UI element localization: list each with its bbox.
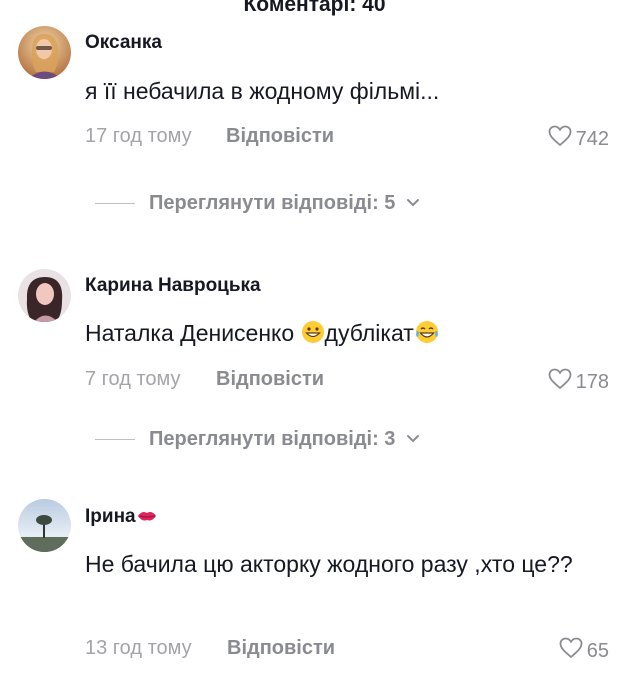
- comment-username-text: Ірина: [85, 506, 136, 527]
- like-button[interactable]: 178: [547, 367, 609, 397]
- comment-text-part: дублікат: [324, 320, 414, 346]
- comment-timestamp: 13 год тому: [85, 637, 192, 659]
- like-count: 742: [575, 127, 609, 150]
- like-button[interactable]: 65: [558, 636, 609, 666]
- reply-button[interactable]: Відповісти: [216, 368, 324, 391]
- comment-text-part: Наталка Денисенко: [85, 320, 301, 346]
- comment-text: Не бачила цю акторку жодного разу ,хто ц…: [85, 551, 573, 577]
- heart-icon: [547, 367, 576, 397]
- avatar[interactable]: [18, 499, 71, 552]
- view-replies-label: Переглянути відповіді: 5: [149, 192, 396, 214]
- heart-icon: [558, 636, 587, 666]
- avatar[interactable]: [18, 26, 71, 79]
- chevron-down-icon: [405, 192, 421, 215]
- chevron-down-icon: [405, 428, 421, 451]
- comment-text: я її небачила в жодному фільмі...: [85, 78, 440, 104]
- like-count: 178: [575, 370, 609, 393]
- comment-username[interactable]: Оксанка: [85, 32, 162, 54]
- view-replies-button[interactable]: Переглянути відповіді: 3: [95, 428, 421, 451]
- like-count: 65: [586, 639, 609, 662]
- kiss-mark-icon: [136, 507, 158, 531]
- tears-of-joy-icon: [414, 317, 440, 355]
- comment-username[interactable]: Карина Навроцька: [85, 275, 261, 297]
- reply-button[interactable]: Відповісти: [226, 125, 334, 148]
- avatar[interactable]: [18, 269, 71, 322]
- heart-icon: [547, 124, 576, 154]
- like-button[interactable]: 742: [547, 124, 609, 154]
- divider-line: [95, 438, 135, 441]
- comments-count-title: Коментарі: 40: [243, 0, 386, 16]
- view-replies-button[interactable]: Переглянути відповіді: 5: [95, 192, 421, 215]
- comment-text: Наталка Денисенко дублікат: [85, 314, 605, 355]
- reply-button[interactable]: Відповісти: [227, 637, 335, 660]
- comment-username[interactable]: Ірина: [85, 506, 158, 531]
- grinning-face-icon: [301, 317, 325, 355]
- comment-timestamp: 7 год тому: [85, 368, 181, 390]
- divider-line: [95, 202, 135, 205]
- comment-timestamp: 17 год тому: [85, 125, 192, 147]
- view-replies-label: Переглянути відповіді: 3: [149, 428, 396, 450]
